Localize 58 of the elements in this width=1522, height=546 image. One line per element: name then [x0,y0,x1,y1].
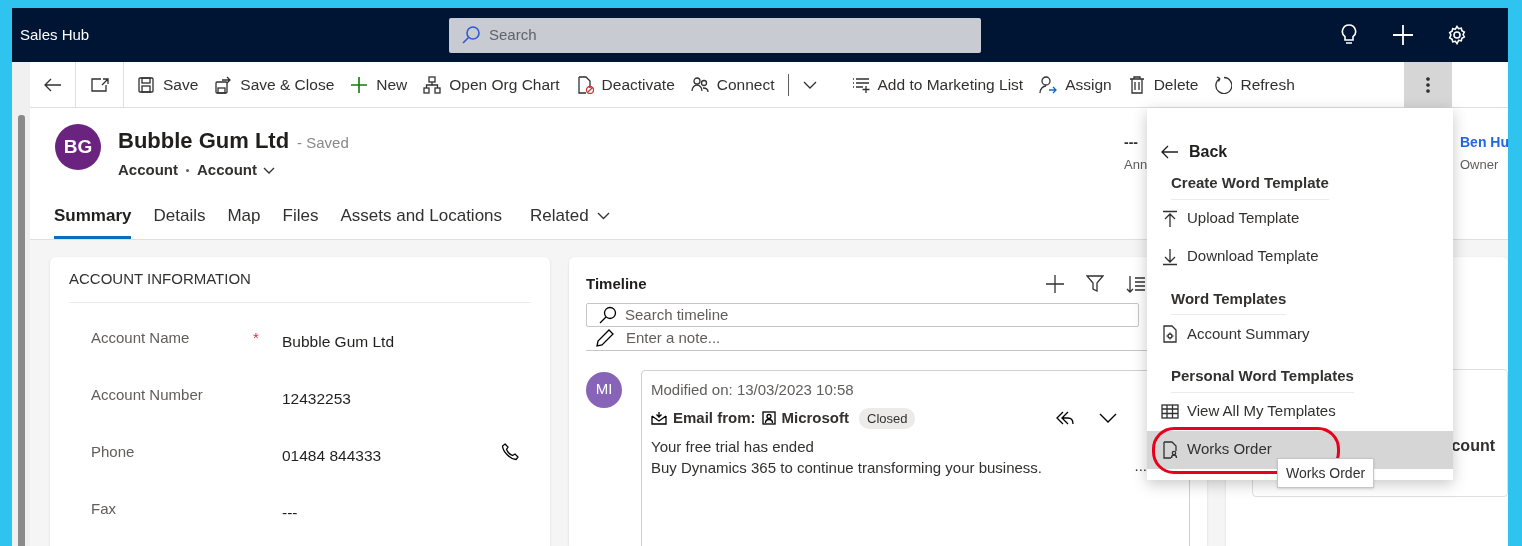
field-label: Phone [91,441,136,462]
tab[interactable]: Assets and Locations [340,195,503,239]
command-button[interactable]: Save [130,64,206,105]
timeline-title: Timeline [586,274,647,294]
command-button[interactable]: Connect [683,64,782,105]
record-title: Bubble Gum Ltd [118,127,290,155]
field-label: Account Number [91,384,204,405]
tab[interactable]: Map [227,195,261,239]
avatar: BG [55,124,101,170]
tooltip: Works Order [1277,458,1375,488]
command-button[interactable]: Save & Close [207,64,342,105]
tab[interactable]: Files [282,195,319,239]
card-title: count [1451,436,1495,456]
command-button[interactable]: Deactivate [568,64,682,105]
search-field[interactable]: Search [449,17,981,53]
menu-item[interactable]: Upload Template [1147,199,1453,238]
note-placeholder: Enter a note... [626,328,721,348]
more-ellipsis[interactable]: ... [1134,455,1147,478]
required-marker: * [253,327,260,348]
section-title: ACCOUNT INFORMATION [69,257,531,303]
menu-section-header: Create Word Template [1171,172,1329,200]
search-field[interactable]: Search timeline [586,302,1139,327]
command-button[interactable]: New [343,64,415,105]
menu-section-header: Word Templates [1171,287,1287,315]
activity-type: Email from: [673,408,756,428]
menu-item[interactable]: View All My Templates [1147,392,1453,431]
status-badge: Closed [859,407,916,429]
command-button[interactable]: Open Org Chart [416,64,567,105]
entity-name: Account [118,160,178,180]
header-field-label: Ann [1124,156,1148,174]
back-menu-item[interactable]: Back [1147,140,1453,164]
search-placeholder: Search [489,24,537,45]
tab[interactable]: Details [153,195,206,239]
field-label: Fax [91,498,117,519]
field-value[interactable]: 12432253 [282,383,351,410]
header-field-label: Owner [1460,156,1499,174]
field-value[interactable]: --- [282,497,298,524]
form-selector[interactable]: Account [197,159,275,182]
command-button[interactable]: Refresh [1207,64,1302,105]
save-status: - Saved [297,133,349,153]
menu-section-header: Personal Word Templates [1171,365,1354,393]
command-button[interactable]: Add to Marketing List [844,64,1031,105]
tab[interactable]: Related [530,195,610,239]
email-preview-line: Your free trial has ended [651,436,815,457]
avatar: MI [586,371,622,408]
app-name[interactable]: Sales Hub [20,23,449,47]
sender-name[interactable]: Microsoft [781,407,849,430]
command-button[interactable]: Delete [1120,64,1206,105]
command-button[interactable]: Assign [1032,64,1119,105]
owner-link[interactable]: Ben Hu [1460,132,1508,153]
header-field-value: --- [1124,133,1138,152]
field-value[interactable]: 01484 844333 [282,440,382,467]
modified-date: Modified on: 13/03/2023 10:58 [651,379,855,400]
email-preview-line: Buy Dynamics 365 to continue transforming your business. [651,457,1043,478]
search-placeholder: Search timeline [625,304,729,325]
field-label: Account Name [91,327,191,348]
field-value[interactable]: Bubble Gum Ltd [282,326,394,353]
menu-item[interactable]: Download Template [1147,237,1453,276]
